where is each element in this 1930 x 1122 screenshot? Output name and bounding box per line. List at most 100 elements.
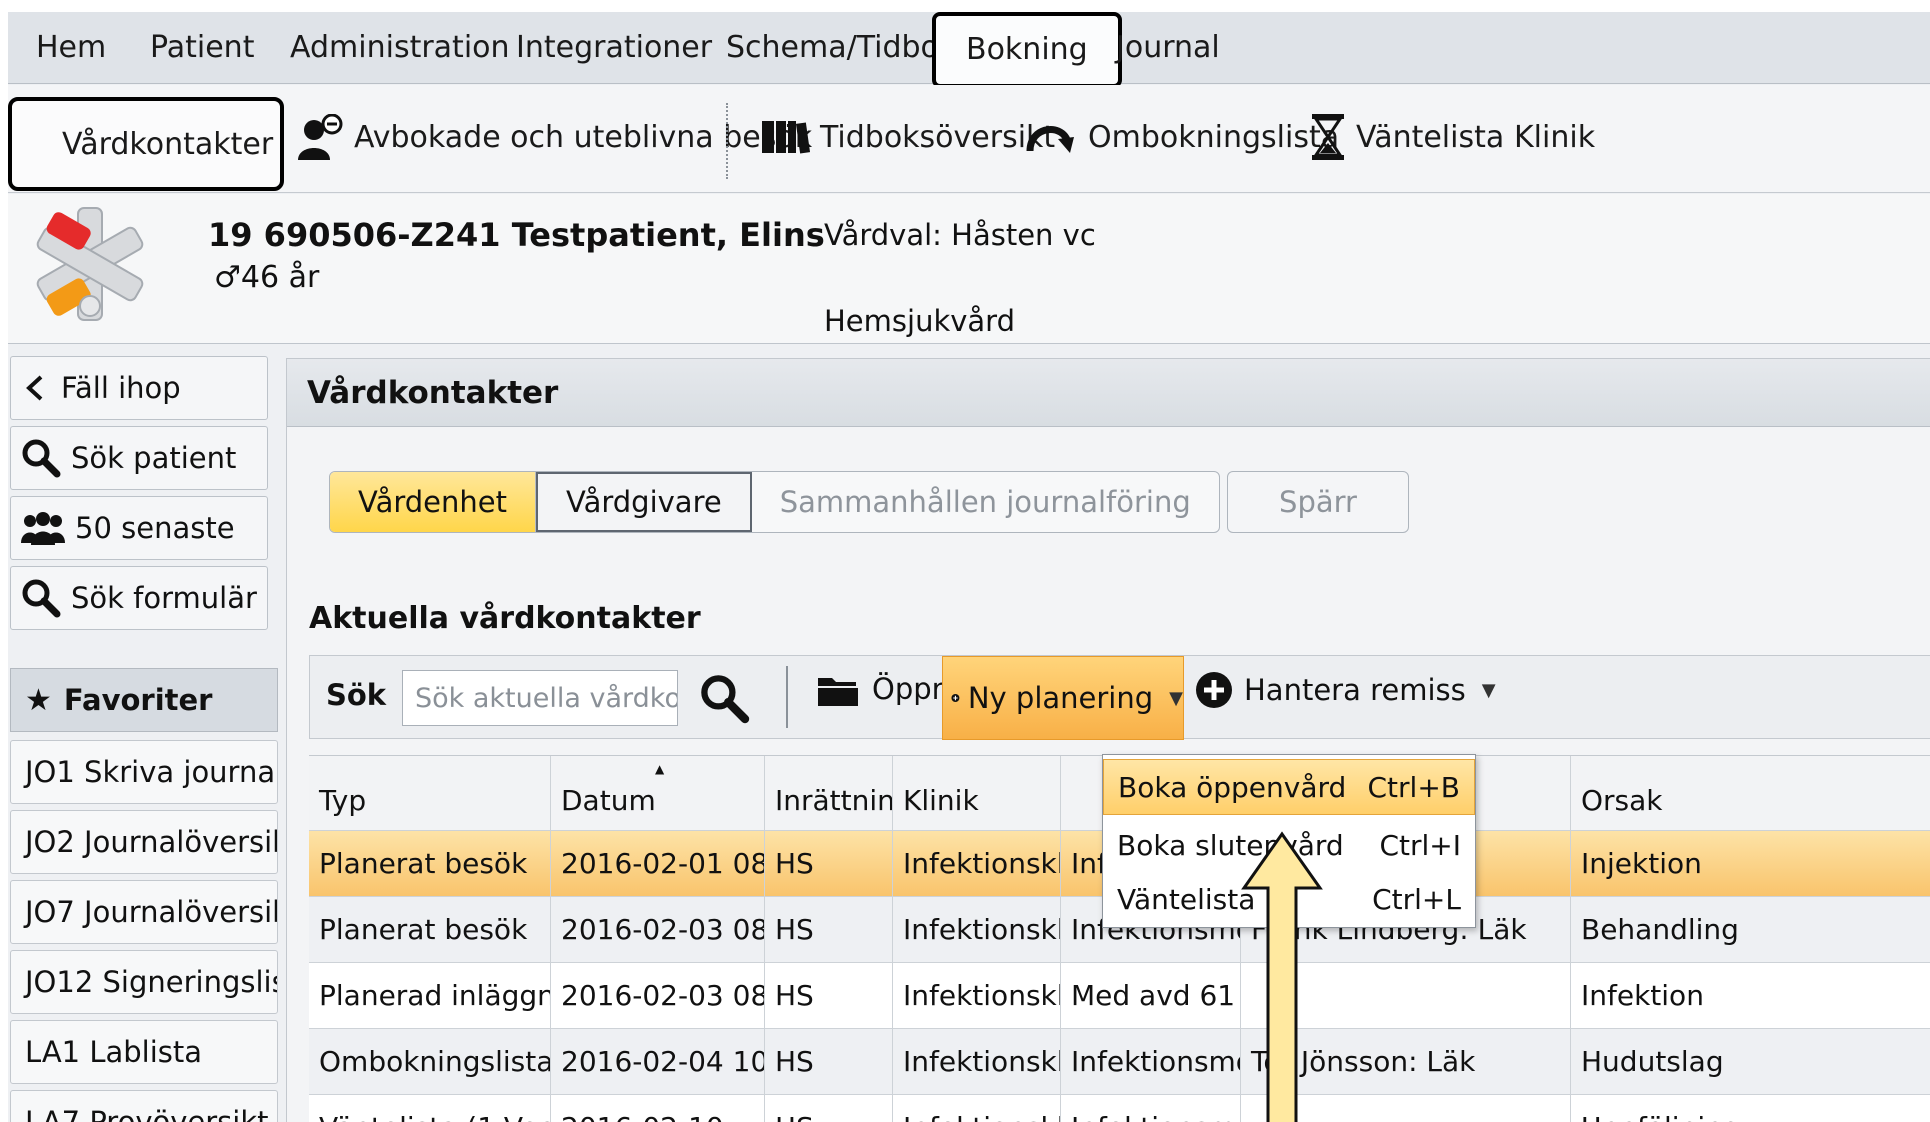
cell-datum: 2016-02-01 08:00 — [551, 831, 765, 896]
menu-integrationer[interactable]: Integrationer — [516, 30, 712, 65]
avbokade-label: Avbokade och uteblivna besök — [354, 119, 813, 155]
cell-inrattning: HS — [765, 963, 893, 1028]
vardkontakter-panel: Vårdkontakter Vårdenhet Vårdgivare Samma… — [286, 358, 1930, 1122]
cell-datum: 2016-02-04 10:00 — [551, 1029, 765, 1094]
folder-icon — [818, 678, 858, 706]
ribbon-toolbar: Vårdkontakter Avbokade och uteblivna bes… — [8, 85, 1930, 193]
col-datum[interactable]: Datum ▲ — [551, 756, 765, 830]
search-input[interactable] — [402, 670, 678, 726]
collapse-label: Fäll ihop — [61, 371, 181, 405]
callout-arrow-icon — [1241, 831, 1323, 1122]
avbokade-button[interactable]: Avbokade och uteblivna besök — [296, 107, 812, 167]
star-of-life-logo — [36, 207, 144, 321]
search-patient-button[interactable]: Sök patient — [10, 426, 268, 490]
klinik-button[interactable]: Klinik — [1514, 107, 1595, 167]
cell-typ: Planerat besök — [309, 831, 551, 896]
patient-header: 19 690506-Z241 Testpatient, Elins ♂46 år… — [8, 194, 1930, 344]
cell-datum: 2016-02-10 — [551, 1095, 765, 1122]
cell-inrattning: HS — [765, 897, 893, 962]
col-klinik[interactable]: Klinik — [893, 756, 1061, 830]
cell-inrattning: HS — [765, 1095, 893, 1122]
book-icon — [762, 121, 810, 154]
cell-datum: 2016-02-03 08:00 — [551, 963, 765, 1028]
cell-typ: Ombokningslista — [309, 1029, 551, 1094]
search-label: Sök — [326, 678, 387, 712]
cell-klinik: Infektionsklin — [893, 1095, 1061, 1122]
ombokningslista-button[interactable]: Ombokningslista — [1024, 107, 1339, 167]
tab-vardgivare[interactable]: Vårdgivare — [536, 472, 752, 532]
cell-typ: Väntelista (1 Vecka) — [309, 1095, 551, 1122]
redo-arrow-icon — [1026, 126, 1074, 153]
menu-hem[interactable]: Hem — [36, 30, 106, 65]
fav-item-la1[interactable]: LA1 Lablista — [10, 1020, 278, 1084]
tab-sammanhallen[interactable]: Sammanhållen journalföring — [752, 472, 1219, 532]
col-typ[interactable]: Typ — [309, 756, 551, 830]
ombokningslista-label: Ombokningslista — [1088, 119, 1340, 155]
chevron-down-icon: ▼ — [1481, 679, 1496, 701]
boka-oppenvard-label: Boka öppenvård — [1118, 770, 1347, 804]
new-planning-button[interactable]: Ny planering ▼ — [942, 656, 1184, 740]
favorites-header[interactable]: ★ Favoriter — [10, 668, 278, 732]
manage-referral-label: Hantera remiss — [1244, 673, 1466, 707]
list-toolbar: Sök Öppna Ny planering ▼ Hantera remiss … — [309, 655, 1930, 740]
cell-inrattning: HS — [765, 831, 893, 896]
vantelista-label: Väntelista — [1356, 119, 1505, 155]
cell-typ: Planerat besök — [309, 897, 551, 962]
menu-journal[interactable]: Journal — [1116, 30, 1220, 65]
cell-enhet: Infektionsmott — [1061, 1029, 1241, 1094]
vardkontakter-button[interactable]: Vårdkontakter — [8, 97, 284, 191]
search-icon — [22, 579, 61, 618]
cell-orsak: Injektion — [1581, 847, 1702, 880]
col-orsak[interactable]: Orsak — [1571, 756, 1930, 830]
tidboksoversikt-button[interactable]: Tidboksöversikt — [760, 107, 1055, 167]
cell-orsak: Hudutslag — [1581, 1045, 1724, 1078]
search-patient-label: Sök patient — [71, 441, 237, 475]
plus-circle-icon — [1196, 672, 1232, 708]
chevron-down-icon: ▼ — [1169, 687, 1183, 709]
vantelista-shortcut: Ctrl+L — [1372, 882, 1461, 916]
patient-vardval: Vårdval: Håsten vc — [824, 218, 1096, 252]
menu-item-boka-oppenvard[interactable]: Boka öppenvård Ctrl+B — [1103, 759, 1475, 815]
vantelista-button[interactable]: Väntelista — [1310, 107, 1504, 167]
users-group-icon — [21, 512, 65, 545]
menu-bokning[interactable]: Bokning — [932, 12, 1122, 88]
star-icon: ★ — [25, 682, 52, 718]
sparr-button[interactable]: Spärr — [1227, 471, 1409, 533]
recent-50-button[interactable]: 50 senaste — [10, 496, 268, 560]
col-inrattning[interactable]: Inrättning — [765, 756, 893, 830]
boka-oppenvard-shortcut: Ctrl+B — [1367, 770, 1461, 804]
search-form-button[interactable]: Sök formulär — [10, 566, 268, 630]
cell-klinik: Infektionsklin — [893, 897, 1061, 962]
fav-item-jo2[interactable]: JO2 Journalöversikt — [10, 810, 278, 874]
table-row[interactable]: Planerad inläggning 2016-02-03 08:00 HS … — [309, 963, 1930, 1029]
patient-hemsjukvard: Hemsjukvård — [824, 304, 1015, 338]
menu-administration[interactable]: Administration — [290, 30, 510, 65]
fav-item-la7[interactable]: LA7 Provöversikt — [10, 1090, 278, 1122]
table-row[interactable]: Väntelista (1 Vecka) 2016-02-10 HS Infek… — [309, 1095, 1930, 1122]
boka-slutenvard-shortcut: Ctrl+I — [1379, 828, 1461, 862]
tab-vardenhet[interactable]: Vårdenhet — [330, 472, 536, 532]
new-planning-label: Ny planering — [967, 681, 1154, 715]
search-icon[interactable] — [696, 670, 752, 726]
fav-item-jo1[interactable]: JO1 Skriva journal — [10, 740, 278, 804]
cell-klinik: Infektionsklin — [893, 1029, 1061, 1094]
menu-patient[interactable]: Patient — [150, 30, 254, 65]
manage-referral-button[interactable]: Hantera remiss ▼ — [1194, 670, 1496, 710]
plus-circle-icon — [951, 694, 960, 702]
col-datum-label: Datum — [561, 783, 656, 817]
cell-enhet: Med avd 61 — [1061, 963, 1241, 1028]
collapse-button[interactable]: Fäll ihop — [10, 356, 268, 420]
table-row[interactable]: Ombokningslista 2016-02-04 10:00 HS Infe… — [309, 1029, 1930, 1095]
app-window: Hem Patient Administration Integrationer… — [8, 12, 1930, 1122]
fav-item-jo7[interactable]: JO7 Journalöversikt — [10, 880, 278, 944]
recent-50-label: 50 senaste — [75, 511, 235, 545]
menu-schema-tidbok[interactable]: Schema/Tidbok — [726, 30, 956, 65]
fav-item-jo12[interactable]: JO12 Signeringslista — [10, 950, 278, 1014]
panel-title: Vårdkontakter — [287, 359, 1930, 427]
vardkontakter-label: Vårdkontakter — [62, 126, 274, 162]
cell-orsak: Infektion — [1581, 979, 1704, 1012]
cell-datum: 2016-02-03 08:00 — [551, 897, 765, 962]
klinik-label: Klinik — [1514, 119, 1596, 155]
search-form-label: Sök formulär — [71, 581, 257, 615]
toolbar-divider — [726, 103, 728, 179]
